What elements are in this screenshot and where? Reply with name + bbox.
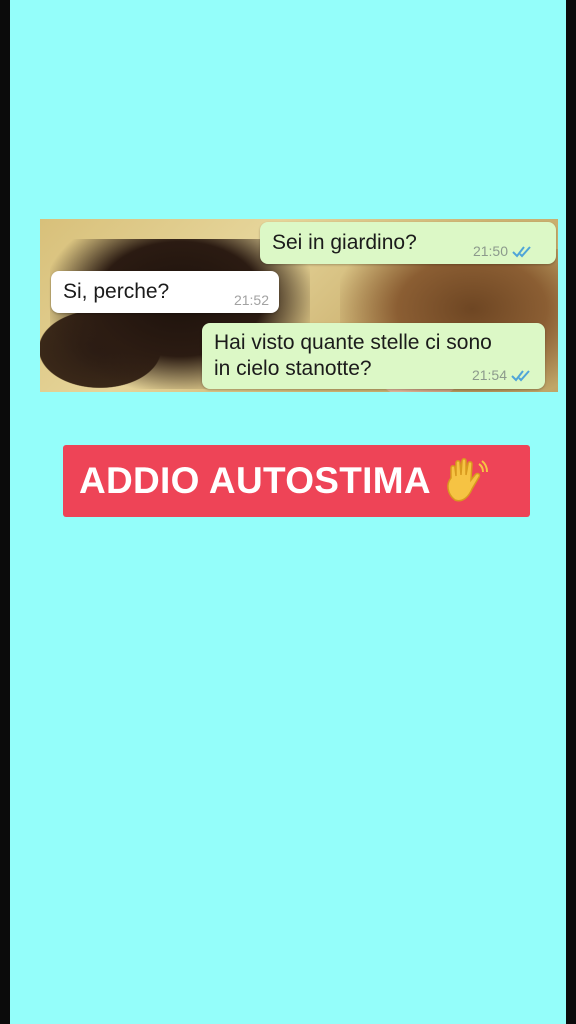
message-bubble-outgoing: Hai visto quante stelle ci sono in cielo… bbox=[202, 323, 545, 389]
message-text: Sei in giardino? bbox=[272, 231, 417, 254]
double-check-icon bbox=[512, 246, 531, 258]
message-time: 21:50 bbox=[472, 243, 508, 259]
video-canvas: Sei in giardino? 21:50 Si, perche? 21:52… bbox=[10, 0, 566, 1024]
caption-text: ADDIO AUTOSTIMA bbox=[79, 460, 431, 501]
message-text: Si, perche? bbox=[63, 280, 170, 303]
message-text-line: in cielo stanotte? bbox=[214, 357, 372, 380]
double-check-icon bbox=[511, 370, 530, 382]
message-time: 21:54 bbox=[471, 367, 507, 383]
message-time: 21:52 bbox=[233, 292, 269, 308]
message-text-line: Hai visto quante stelle ci sono bbox=[214, 331, 492, 354]
waving-hand-icon bbox=[447, 458, 488, 502]
caption-banner: ADDIO AUTOSTIMA bbox=[63, 445, 530, 517]
message-bubble-outgoing: Sei in giardino? 21:50 bbox=[260, 222, 556, 264]
chat-screenshot: Sei in giardino? 21:50 Si, perche? 21:52… bbox=[40, 219, 558, 392]
message-text: Hai visto quante stelle ci sono in cielo… bbox=[214, 330, 492, 382]
message-bubble-incoming: Si, perche? 21:52 bbox=[51, 271, 279, 313]
